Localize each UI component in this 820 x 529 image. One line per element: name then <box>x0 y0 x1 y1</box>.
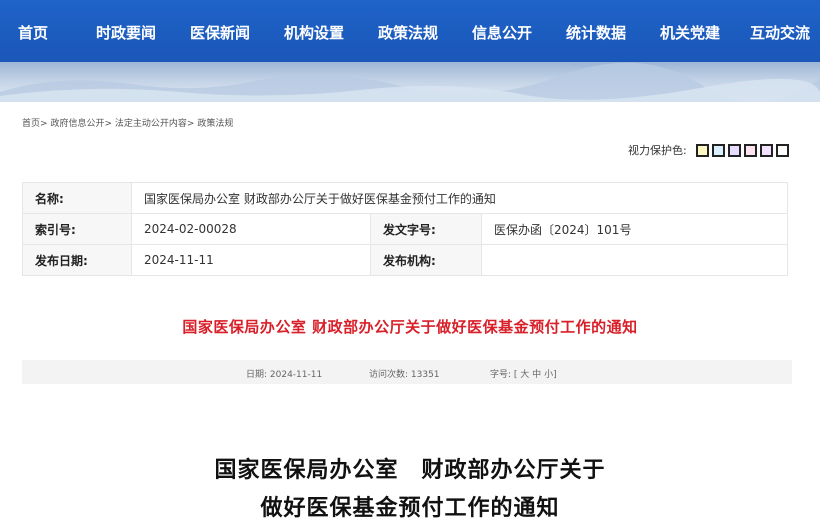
font-size-small-button[interactable]: 小 <box>544 370 553 380</box>
top-nav: 首页 时政要闻 医保新闻 机构设置 政策法规 信息公开 统计数据 机关党建 互动… <box>0 0 820 62</box>
breadcrumb: 首页> 政府信息公开> 法定主动公开内容> 政策法规 <box>22 116 233 129</box>
publish-date-label: 发布日期: <box>22 244 132 276</box>
nav-item-policy[interactable]: 政策法规 <box>378 22 438 43</box>
nav-item-statistics[interactable]: 统计数据 <box>566 22 626 43</box>
banner-landscape <box>0 62 820 102</box>
nav-item-home[interactable]: 首页 <box>18 22 48 43</box>
breadcrumb-statutory[interactable]: 法定主动公开内容 <box>115 119 187 129</box>
color-swatch-yellow[interactable] <box>695 143 709 157</box>
nav-item-medical-news[interactable]: 医保新闻 <box>190 22 250 43</box>
doc-number-label: 发文字号: <box>370 213 482 245</box>
header-banner <box>0 62 820 102</box>
color-swatch-pink[interactable] <box>743 143 757 157</box>
table-row: 发布日期: 2024-11-11 发布机构: <box>22 244 788 276</box>
breadcrumb-separator: > <box>40 119 48 129</box>
document-info-table: 名称: 国家医保局办公室 财政部办公厅关于做好医保基金预付工作的通知 索引号: … <box>22 182 788 276</box>
nav-item-party[interactable]: 机关党建 <box>660 22 720 43</box>
nav-item-interaction[interactable]: 互动交流 <box>750 22 810 43</box>
breadcrumb-separator: > <box>186 119 195 129</box>
vision-protection: 视力保护色: <box>628 142 789 158</box>
index-label: 索引号: <box>22 213 132 245</box>
index-value: 2024-02-00028 <box>131 213 371 245</box>
breadcrumb-home[interactable]: 首页 <box>22 119 40 129</box>
font-size-large-button[interactable]: 大 <box>520 370 529 380</box>
publish-org-value <box>481 244 788 276</box>
color-swatch-white[interactable] <box>775 143 789 157</box>
name-value: 国家医保局办公室 财政部办公厅关于做好医保基金预付工作的通知 <box>131 182 788 214</box>
breadcrumb-policy[interactable]: 政策法规 <box>197 119 233 129</box>
color-swatch-lilac[interactable] <box>759 143 773 157</box>
table-row: 索引号: 2024-02-00028 发文字号: 医保办函〔2024〕101号 <box>22 213 788 245</box>
meta-font-size: 字号: [ 大 中 小] <box>490 367 557 380</box>
publish-date-value: 2024-11-11 <box>131 244 371 276</box>
document-title-line1: 国家医保局办公室 财政部办公厅关于 <box>214 457 606 483</box>
nav-item-organization[interactable]: 机构设置 <box>284 22 344 43</box>
document-title-line2: 做好医保基金预付工作的通知 <box>260 495 560 521</box>
name-label: 名称: <box>22 182 132 214</box>
font-size-medium-button[interactable]: 中 <box>532 370 541 380</box>
nav-item-disclosure[interactable]: 信息公开 <box>472 22 532 43</box>
table-row: 名称: 国家医保局办公室 财政部办公厅关于做好医保基金预付工作的通知 <box>22 182 788 214</box>
vision-label: 视力保护色: <box>628 144 687 157</box>
color-swatch-blue[interactable] <box>711 143 725 157</box>
color-swatch-purple[interactable] <box>727 143 741 157</box>
meta-visits: 访问次数: 13351 <box>369 370 440 380</box>
nav-item-news[interactable]: 时政要闻 <box>96 22 156 43</box>
article-meta-bar: 日期: 2024-11-11 访问次数: 13351 字号: [ 大 中 小] <box>22 360 792 384</box>
font-size-label: 字号: [ <box>490 370 518 380</box>
breadcrumb-gov-info[interactable]: 政府信息公开 <box>50 119 104 129</box>
font-size-bracket: ] <box>553 370 557 380</box>
publish-org-label: 发布机构: <box>370 244 482 276</box>
article-red-title: 国家医保局办公室 财政部办公厅关于做好医保基金预付工作的通知 <box>182 318 638 336</box>
doc-number-value: 医保办函〔2024〕101号 <box>481 213 788 245</box>
meta-date: 日期: 2024-11-11 <box>246 370 323 380</box>
breadcrumb-separator: > <box>104 119 112 129</box>
